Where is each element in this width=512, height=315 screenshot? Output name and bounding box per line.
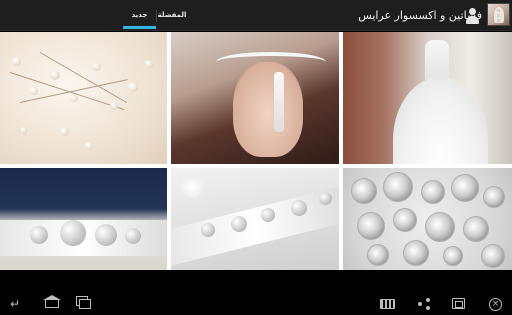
tab-favorites-label: المفضلة xyxy=(157,11,187,19)
overflow-menu-icon[interactable] xyxy=(497,9,501,22)
system-navigation-bar: ↵ × xyxy=(0,294,512,315)
keyboard-icon[interactable] xyxy=(380,299,395,309)
app-title: فساتين و اكسسوار عرايس xyxy=(358,9,482,22)
gallery-item-brooch-bouquet[interactable] xyxy=(343,168,512,270)
tab-favorites[interactable]: المفضلة xyxy=(157,0,187,31)
share-icon[interactable] xyxy=(418,298,430,310)
window-icon[interactable] xyxy=(452,298,465,309)
tab-new-label: جديد xyxy=(131,11,148,19)
user-icon[interactable] xyxy=(465,8,479,24)
gallery-item-crystal-headband[interactable] xyxy=(171,32,339,164)
tab-new[interactable]: جديد xyxy=(123,0,156,31)
home-icon[interactable] xyxy=(45,299,59,308)
gallery-item-wedding-dress[interactable] xyxy=(343,32,512,164)
close-icon[interactable]: × xyxy=(489,298,502,311)
user-icon-body xyxy=(466,16,479,24)
image-grid xyxy=(0,32,512,270)
gallery-item-pearl-comb[interactable] xyxy=(0,32,167,164)
action-bar: فساتين و اكسسوار عرايس جديد المفضلة xyxy=(0,0,512,31)
tab-selected-indicator xyxy=(123,26,156,29)
gallery-item-rhinestone-sash[interactable] xyxy=(171,168,339,270)
dress-skirt xyxy=(393,77,488,164)
headband xyxy=(216,52,326,72)
back-icon[interactable]: ↵ xyxy=(10,298,20,310)
model-face xyxy=(233,62,303,157)
gallery-item-crystal-belt[interactable] xyxy=(0,168,167,270)
user-icon-head xyxy=(469,8,476,15)
recents-icon[interactable] xyxy=(79,299,91,309)
crystal-drop xyxy=(274,72,284,132)
